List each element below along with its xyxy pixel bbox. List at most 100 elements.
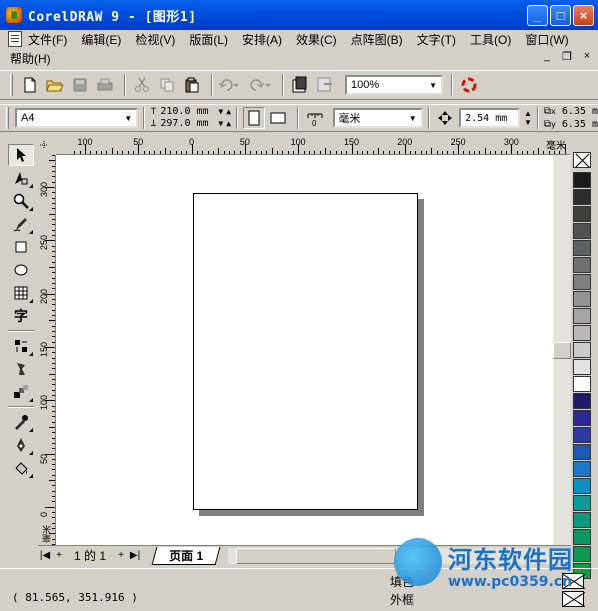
palette-swatch[interactable] [573,257,591,273]
paper-width-field[interactable]: ⊤ 210.0 mm ▼ ▲ [150,106,231,118]
horizontal-ruler[interactable]: 毫米 100 50 0 50 100 150 200 250 300 [56,137,570,155]
rectangle-tool-icon[interactable] [8,236,34,258]
fill-none-swatch[interactable] [562,573,584,589]
palette-swatch[interactable] [573,495,591,511]
palette-swatch[interactable] [573,189,591,205]
palette-swatch[interactable] [573,427,591,443]
drawing-page[interactable] [193,193,418,510]
vertical-ruler[interactable]: 毫米 300 250 200 150 100 50 0 [38,155,56,545]
palette-swatch[interactable] [573,342,591,358]
nudge-spinner[interactable]: ▲ ▼ [524,109,532,127]
freehand-tool-icon[interactable] [8,213,34,235]
spin-up-icon[interactable]: ▲ [226,118,231,130]
palette-swatch[interactable] [573,444,591,460]
add-page-before-button[interactable]: + [52,550,66,561]
import-icon[interactable] [289,74,311,96]
spin-down-icon[interactable]: ▼ [524,118,532,127]
palette-swatch[interactable] [573,325,591,341]
menu-effects[interactable]: 效果(C) [296,31,337,48]
doc-minimize-button[interactable]: _ [540,50,554,63]
document-icon[interactable] [8,31,22,47]
palette-swatch[interactable] [573,240,591,256]
redo-icon[interactable] [249,74,271,96]
paper-type-combo[interactable]: A4 ▼ [14,108,139,128]
portrait-icon[interactable] [243,107,265,129]
palette-swatch[interactable] [573,359,591,375]
open-icon[interactable] [44,74,66,96]
zoom-combo[interactable]: 100% ▼ [345,75,443,95]
outline-none-swatch[interactable] [562,591,584,607]
palette-swatch[interactable] [573,478,591,494]
palette-swatch[interactable] [573,206,591,222]
corel-launcher-icon[interactable] [458,74,480,96]
shape-tool-icon[interactable] [8,167,34,189]
vertical-scrollbar[interactable] [553,155,571,545]
no-color-swatch[interactable] [573,152,591,168]
minimize-button[interactable]: _ [527,5,548,26]
fill-tool-icon[interactable] [8,457,34,479]
toolbar-grip[interactable] [10,74,13,96]
units-combo[interactable]: 毫米 ▼ [332,108,423,128]
pick-tool-icon[interactable] [8,144,34,166]
graph-paper-tool-icon[interactable] [8,282,34,304]
scrollbar-thumb[interactable] [236,547,397,564]
palette-swatch[interactable] [573,172,591,188]
interactive-transparency-tool-icon[interactable] [8,358,34,380]
palette-swatch[interactable] [573,376,591,392]
menu-file[interactable]: 文件(F) [28,31,67,48]
interactive-blend-tool-icon[interactable] [8,335,34,357]
menu-layout[interactable]: 版面(L) [189,31,228,48]
landscape-icon[interactable] [268,107,289,129]
palette-swatch[interactable] [573,308,591,324]
interactive-fill-tool-icon[interactable] [8,381,34,403]
menu-arrange[interactable]: 安排(A) [242,31,282,48]
palette-swatch[interactable] [573,274,591,290]
save-icon[interactable] [69,74,91,96]
close-button[interactable]: × [573,5,594,26]
scrollbar-thumb[interactable] [553,342,571,359]
palette-swatch[interactable] [573,291,591,307]
paper-height-field[interactable]: ⊥ 297.0 mm ▼ ▲ [150,118,231,130]
palette-swatch[interactable] [573,223,591,239]
unit-ruler-icon[interactable]: 0 [304,107,325,129]
paste-icon[interactable] [181,74,203,96]
copy-icon[interactable] [156,74,178,96]
print-icon[interactable] [94,74,116,96]
menu-help[interactable]: 帮助(H) [10,50,51,67]
coreldraw-app-icon[interactable] [6,7,22,23]
drawing-canvas[interactable] [56,155,553,545]
ellipse-tool-icon[interactable] [8,259,34,281]
spin-up-icon[interactable]: ▲ [524,109,532,118]
new-icon[interactable] [19,74,41,96]
spin-down-icon[interactable]: ▼ [218,106,223,118]
duplicate-x-field[interactable]: ⧉x 6.35 m [544,105,598,118]
add-page-after-button[interactable]: + [114,550,128,561]
menu-view[interactable]: 检视(V) [135,31,175,48]
palette-swatch[interactable] [573,410,591,426]
first-page-button[interactable]: |◀ [38,550,52,561]
maximize-button[interactable]: □ [550,5,571,26]
palette-swatch[interactable] [573,393,591,409]
menu-tools[interactable]: 工具(O) [470,31,511,48]
palette-swatch[interactable] [573,512,591,528]
doc-close-button[interactable]: × [580,50,594,63]
duplicate-y-field[interactable]: ⧉y 6.35 m [544,118,598,131]
spin-up-icon[interactable]: ▲ [226,106,231,118]
palette-swatch[interactable] [573,529,591,545]
horizontal-scrollbar[interactable] [228,547,571,564]
zoom-tool-icon[interactable] [8,190,34,212]
nudge-field[interactable]: 2.54 mm [459,108,520,128]
palette-swatch[interactable] [573,461,591,477]
eyedropper-tool-icon[interactable] [8,411,34,433]
last-page-button[interactable]: ▶| [128,550,142,561]
menu-window[interactable]: 窗口(W) [525,31,568,48]
spin-down-icon[interactable]: ▼ [218,118,223,130]
palette-swatch[interactable] [573,546,591,562]
menu-text[interactable]: 文字(T) [417,31,456,48]
ruler-origin[interactable] [38,137,56,155]
text-tool-icon[interactable]: 字 [8,305,34,327]
export-icon[interactable] [314,74,336,96]
menu-bitmaps[interactable]: 点阵图(B) [351,31,403,48]
undo-icon[interactable] [218,74,240,96]
doc-restore-button[interactable]: ❐ [560,50,574,63]
